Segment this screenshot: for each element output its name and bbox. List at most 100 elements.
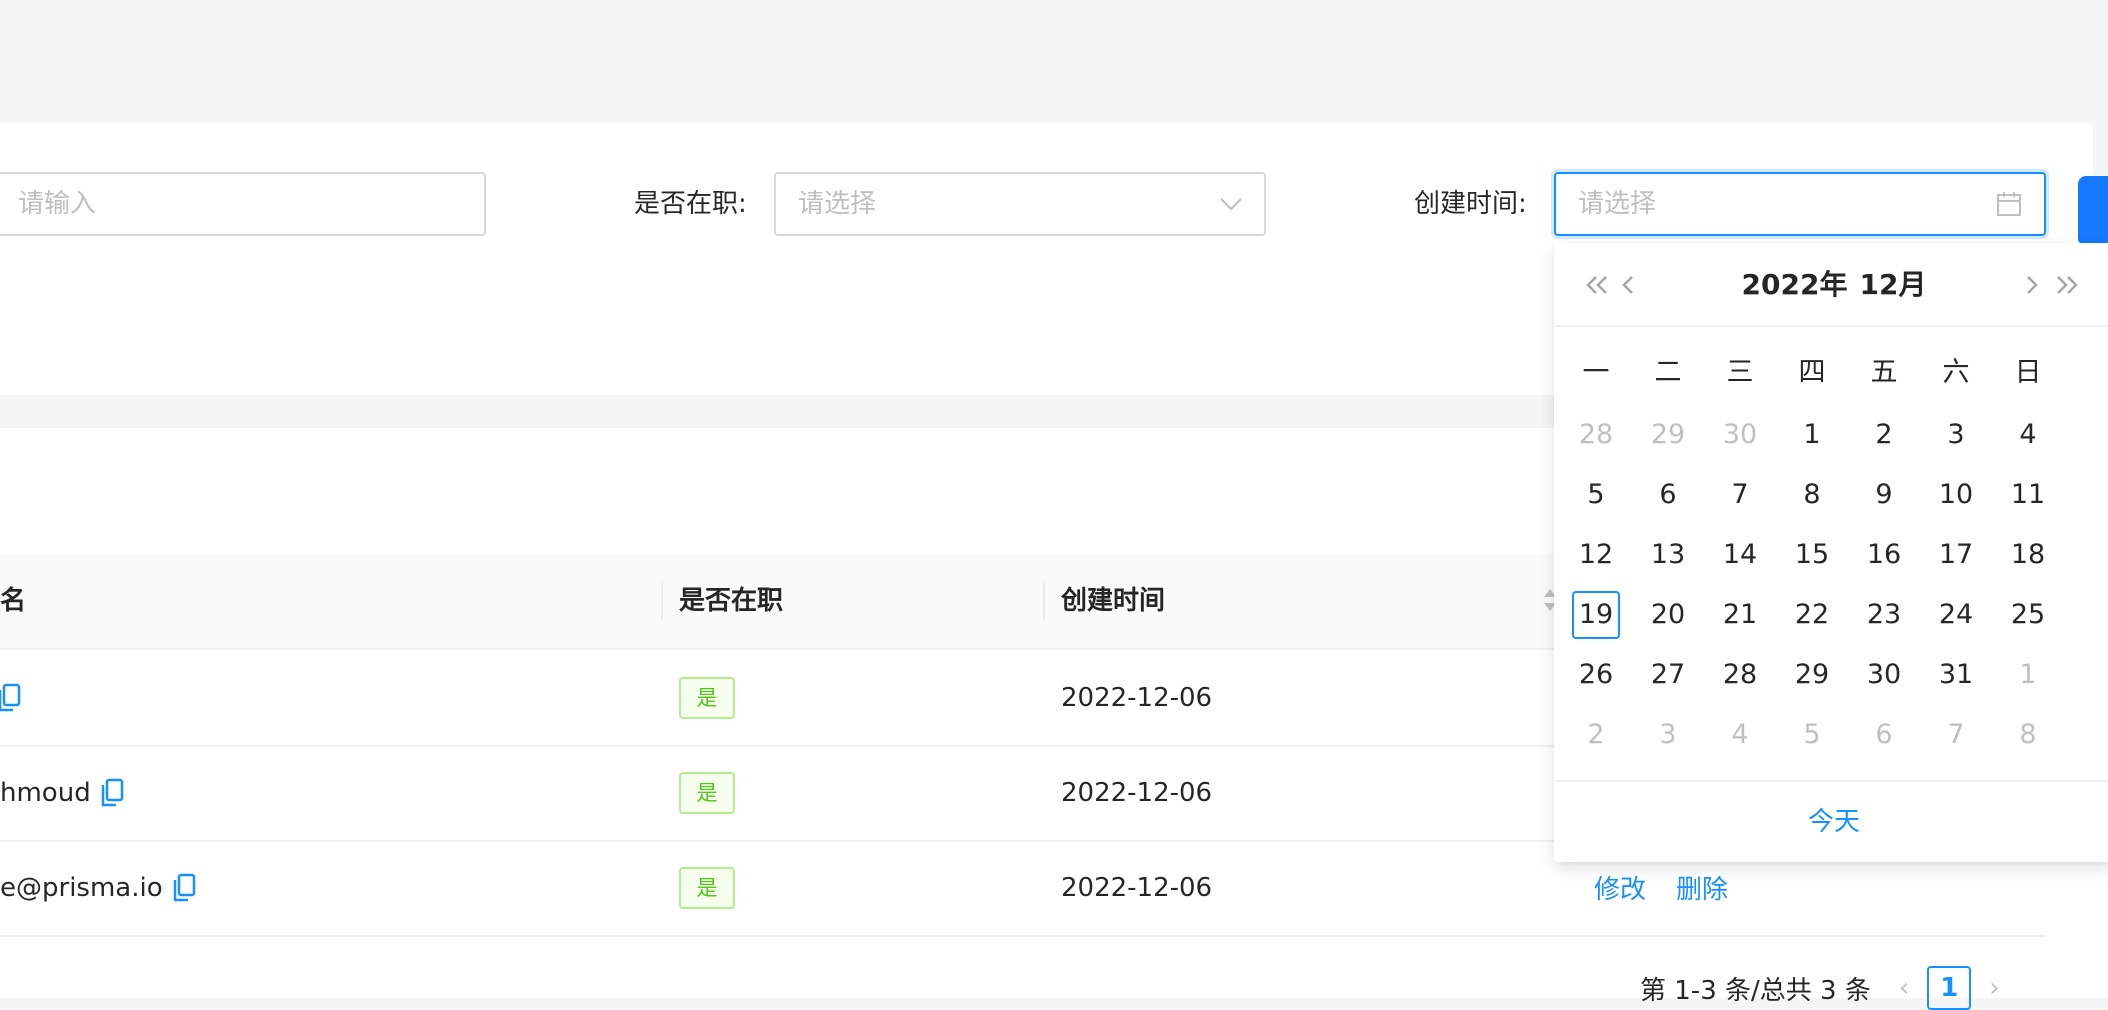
prev-page-icon[interactable]: ‹ xyxy=(1899,973,1909,1003)
next-page-icon[interactable]: › xyxy=(1989,973,1999,1003)
weekday-label: 六 xyxy=(1942,357,1970,388)
calendar-day-cell[interactable]: 11 xyxy=(1998,465,2058,525)
column-divider xyxy=(661,583,663,621)
status-tag: 是 xyxy=(679,866,735,909)
copy-icon[interactable] xyxy=(99,778,125,808)
copy-icon[interactable] xyxy=(171,873,197,903)
status-select[interactable]: 请选择 xyxy=(774,172,1266,236)
calendar-day-cell[interactable]: 10 xyxy=(1926,465,1986,525)
calendar-day-cell[interactable]: 8 xyxy=(1998,705,2058,765)
column-divider xyxy=(1043,583,1045,621)
name-cell: e@prisma.io xyxy=(0,840,197,935)
calendar-day-cell[interactable]: 14 xyxy=(1710,525,1770,585)
calendar-day-cell[interactable]: 13 xyxy=(1638,525,1698,585)
created-time-placeholder: 请选择 xyxy=(1578,189,1657,219)
created-time-label: 创建时间: xyxy=(1414,189,1527,219)
calendar-day-cell[interactable]: 25 xyxy=(1998,585,2058,645)
calendar-day-cell[interactable]: 30 xyxy=(1854,645,1914,705)
calendar-day-cell[interactable]: 29 xyxy=(1638,405,1698,465)
calendar-day-cell[interactable]: 3 xyxy=(1638,705,1698,765)
weekday-label: 一 xyxy=(1582,357,1610,388)
status-cell: 是 xyxy=(679,745,735,840)
weekday-row: 一二三四五六日 xyxy=(1566,343,2106,403)
calendar-day-cell[interactable]: 23 xyxy=(1854,585,1914,645)
status-tag: 是 xyxy=(679,771,735,814)
status-cell: 是 xyxy=(679,840,735,935)
calendar-day-cell[interactable]: 28 xyxy=(1710,645,1770,705)
query-button[interactable] xyxy=(2078,176,2108,246)
name-input-placeholder: 请输入 xyxy=(18,189,97,219)
calendar-day-cell[interactable]: 19 xyxy=(1566,585,1626,645)
calendar-day-cell[interactable]: 17 xyxy=(1926,525,1986,585)
calendar-day-cell[interactable]: 12 xyxy=(1566,525,1626,585)
created-time-date-input[interactable]: 请选择 xyxy=(1554,172,2046,236)
created-cell: 2022-12-06 xyxy=(1061,777,1213,808)
calendar-day-cell[interactable]: 18 xyxy=(1998,525,2058,585)
pagination-summary: 第 1-3 条/总共 3 条 xyxy=(1640,975,1871,1006)
page-item-1[interactable]: 1 xyxy=(1927,966,1972,1010)
calendar-day-cell[interactable]: 4 xyxy=(1710,705,1770,765)
created-cell: 2022-12-06 xyxy=(1061,872,1213,903)
status-label: 是否在职: xyxy=(634,189,747,219)
calendar-day-cell[interactable]: 29 xyxy=(1782,645,1842,705)
calendar-day-cell[interactable]: 16 xyxy=(1854,525,1914,585)
calendar-day-cell[interactable]: 2 xyxy=(1566,705,1626,765)
status-tag: 是 xyxy=(679,676,735,719)
calendar-day-cell[interactable]: 5 xyxy=(1782,705,1842,765)
edit-link[interactable]: 修改 xyxy=(1594,869,1646,906)
status-select-placeholder: 请选择 xyxy=(798,189,877,219)
date-picker-panel: 2022年 12月 一二三四五六日 28 29 30 1 2 3 4 5 6 7 8 9 10 11 12 13… xyxy=(1554,243,2108,862)
calendar-day-cell[interactable]: 1 xyxy=(1998,645,2058,705)
column-header-status: 是否在职 xyxy=(679,586,784,616)
calendar-day-cell[interactable]: 2 xyxy=(1854,405,1914,465)
name-search-input[interactable]: 请输入 xyxy=(0,172,486,236)
calendar-day-cell[interactable]: 27 xyxy=(1638,645,1698,705)
calendar-day-cell[interactable]: 24 xyxy=(1926,585,1986,645)
calendar-day-cell[interactable]: 1 xyxy=(1782,405,1842,465)
calendar-day-cell[interactable]: 8 xyxy=(1782,465,1842,525)
calendar-day-cell[interactable]: 7 xyxy=(1710,465,1770,525)
calendar-day-cell[interactable]: 22 xyxy=(1782,585,1842,645)
calendar-day-cell[interactable]: 20 xyxy=(1638,585,1698,645)
status-cell: 是 xyxy=(679,650,735,745)
delete-link[interactable]: 删除 xyxy=(1676,869,1728,906)
name-cell: hmoud xyxy=(0,745,125,840)
calendar-day-cell[interactable]: 5 xyxy=(1566,465,1626,525)
year-select[interactable]: 2022年 xyxy=(1742,268,1848,301)
calendar-day-cell[interactable]: 28 xyxy=(1566,405,1626,465)
calendar-day-cell[interactable]: 15 xyxy=(1782,525,1842,585)
weekday-label: 五 xyxy=(1870,357,1898,388)
chevron-down-icon xyxy=(1220,174,1242,234)
date-picker-header: 2022年 12月 xyxy=(1554,243,2108,327)
weekday-label: 二 xyxy=(1654,357,1682,388)
column-header-name: 名 xyxy=(0,586,27,616)
double-right-icon[interactable] xyxy=(2054,265,2082,305)
calendar-day-cell[interactable]: 3 xyxy=(1926,405,1986,465)
month-select[interactable]: 12月 xyxy=(1859,268,1926,301)
calendar-day-cell[interactable]: 7 xyxy=(1926,705,1986,765)
copy-icon[interactable] xyxy=(0,683,22,713)
calendar-day-cell[interactable]: 30 xyxy=(1710,405,1770,465)
pagination: 第 1-3 条/总共 3 条 ‹ 1 › xyxy=(1640,966,2000,1010)
right-icon[interactable] xyxy=(2024,265,2040,305)
calendar-day-cell[interactable]: 4 xyxy=(1998,405,2058,465)
created-cell: 2022-12-06 xyxy=(1061,682,1213,713)
calendar-week-row: 28 29 30 1 2 3 4 xyxy=(1566,405,2106,465)
weekday-label: 三 xyxy=(1726,357,1754,388)
weekday-label: 日 xyxy=(2014,357,2042,388)
calendar-day-cell[interactable]: 26 xyxy=(1566,645,1626,705)
today-button[interactable]: 今天 xyxy=(1808,807,1860,837)
calendar-week-row: 12 13 14 15 16 17 18 xyxy=(1566,525,2106,585)
calendar-week-row: 19 20 21 22 23 24 25 xyxy=(1566,585,2106,645)
calendar-day-cell[interactable]: 9 xyxy=(1854,465,1914,525)
calendar-day-cell[interactable]: 6 xyxy=(1854,705,1914,765)
column-header-created: 创建时间 xyxy=(1061,586,1166,616)
calendar-day-cell[interactable]: 6 xyxy=(1638,465,1698,525)
calendar-week-row: 5 6 7 8 9 10 11 xyxy=(1566,465,2106,525)
date-picker-footer: 今天 xyxy=(1554,780,2108,862)
calendar-day-cell[interactable]: 21 xyxy=(1710,585,1770,645)
calendar-week-row: 26 27 28 29 30 31 1 xyxy=(1566,645,2106,705)
name-cell xyxy=(0,650,22,745)
weekday-label: 四 xyxy=(1798,357,1826,388)
calendar-day-cell[interactable]: 31 xyxy=(1926,645,1986,705)
